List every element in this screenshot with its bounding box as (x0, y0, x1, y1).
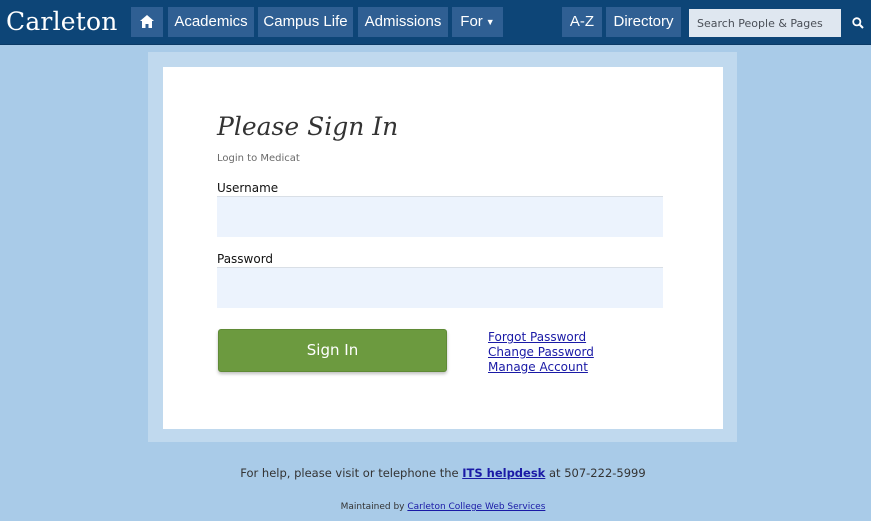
top-navigation-bar: Carleton Academics Campus Life Admission… (0, 0, 871, 45)
web-services-link[interactable]: Carleton College Web Services (407, 502, 545, 512)
home-button[interactable] (131, 7, 163, 37)
forgot-password-link[interactable]: Forgot Password (488, 330, 594, 345)
password-field[interactable] (217, 267, 663, 308)
its-helpdesk-link[interactable]: ITS helpdesk (462, 466, 545, 480)
username-label: Username (217, 181, 279, 195)
username-field[interactable] (217, 196, 663, 237)
help-text: For help, please visit or telephone the … (0, 466, 871, 480)
login-subtitle: Login to Medicat (217, 153, 300, 164)
nav-admissions[interactable]: Admissions (358, 7, 448, 37)
help-suffix: at 507-222-5999 (549, 466, 646, 480)
nav-campus-life[interactable]: Campus Life (258, 7, 353, 37)
caret-down-icon: ▼ (485, 17, 495, 27)
sign-in-button[interactable]: Sign In (218, 329, 447, 372)
password-label: Password (217, 252, 274, 266)
nav-for-dropdown[interactable]: For ▼ (452, 7, 503, 37)
nav-a-z[interactable]: A-Z (562, 7, 602, 37)
search-icon (852, 17, 864, 29)
maintained-by-text: Maintained by Carleton College Web Servi… (0, 502, 871, 512)
maint-prefix: Maintained by (340, 502, 405, 512)
search-button[interactable] (845, 9, 871, 37)
manage-account-link[interactable]: Manage Account (488, 360, 594, 375)
help-prefix: For help, please visit or telephone the (240, 466, 459, 480)
search-input[interactable] (689, 9, 841, 37)
nav-for-label: For (460, 13, 483, 30)
nav-academics[interactable]: Academics (168, 7, 254, 37)
home-icon (140, 15, 154, 28)
page-title: Please Sign In (217, 112, 399, 141)
change-password-link[interactable]: Change Password (488, 345, 594, 360)
nav-directory[interactable]: Directory (606, 7, 681, 37)
carleton-logo[interactable]: Carleton (6, 6, 118, 38)
account-links: Forgot Password Change Password Manage A… (488, 330, 594, 375)
